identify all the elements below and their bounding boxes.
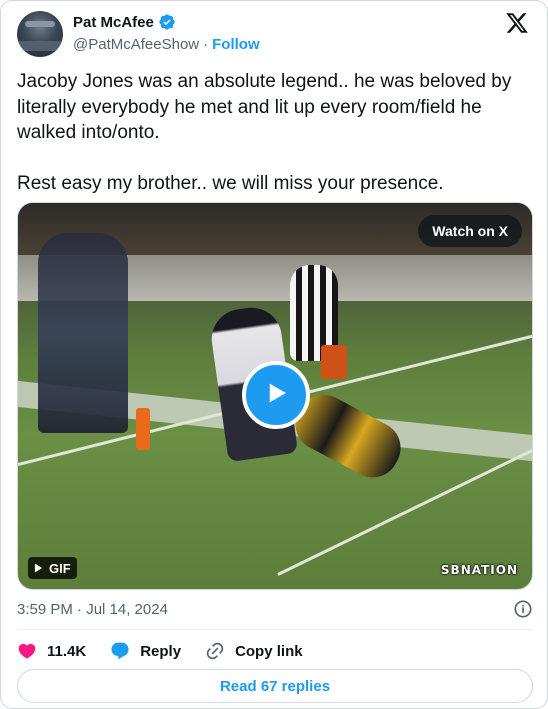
timestamp[interactable]: 3:59 PM · Jul 14, 2024 (17, 601, 168, 618)
watch-on-x-button[interactable]: Watch on X (418, 215, 522, 247)
author-handle-row: @PatMcAfeeShow · Follow (73, 36, 260, 53)
follow-button[interactable]: Follow (212, 36, 260, 53)
gif-label: GIF (49, 560, 71, 576)
tweet-header: Pat McAfee @PatMcAfeeShow · Follow (17, 11, 533, 57)
author-handle[interactable]: @PatMcAfeeShow (73, 36, 199, 53)
tweet-text: Jacoby Jones was an absolute legend.. he… (17, 69, 533, 196)
author-display-name[interactable]: Pat McAfee (73, 14, 154, 31)
play-small-icon (34, 561, 43, 576)
copy-link-button[interactable]: Copy link (205, 641, 303, 661)
sbnation-watermark: SBNATION (440, 563, 518, 577)
action-bar: 11.4K Reply Copy link (17, 640, 327, 662)
author-name-row: Pat McAfee (73, 13, 176, 31)
tweet-card: Pat McAfee @PatMcAfeeShow · Follow Jacob… (0, 0, 548, 709)
read-replies-button[interactable]: Read 67 replies (17, 669, 533, 703)
separator-dot: · (203, 36, 209, 53)
reply-label: Reply (140, 642, 182, 660)
play-button[interactable] (242, 361, 310, 429)
reply-bubble-icon (110, 641, 130, 661)
verified-badge-icon (158, 13, 176, 31)
link-icon (205, 641, 225, 661)
gif-badge: GIF (28, 557, 77, 579)
x-logo-icon[interactable] (505, 11, 529, 35)
info-icon[interactable] (513, 599, 533, 619)
heart-icon (17, 641, 37, 661)
like-button[interactable]: 11.4K (17, 641, 86, 661)
play-icon (261, 378, 291, 413)
tweet-paragraph: Rest easy my brother.. we will miss your… (17, 172, 444, 194)
tweet-paragraph: Jacoby Jones was an absolute legend.. he… (17, 71, 512, 143)
tweet-meta: 3:59 PM · Jul 14, 2024 (17, 599, 533, 619)
reply-button[interactable]: Reply (110, 641, 181, 661)
avatar[interactable] (17, 11, 63, 57)
like-count: 11.4K (47, 642, 87, 660)
gif-media[interactable]: Watch on X GIF SBNATION (17, 202, 533, 590)
copy-link-label: Copy link (235, 642, 303, 660)
divider (17, 629, 533, 630)
